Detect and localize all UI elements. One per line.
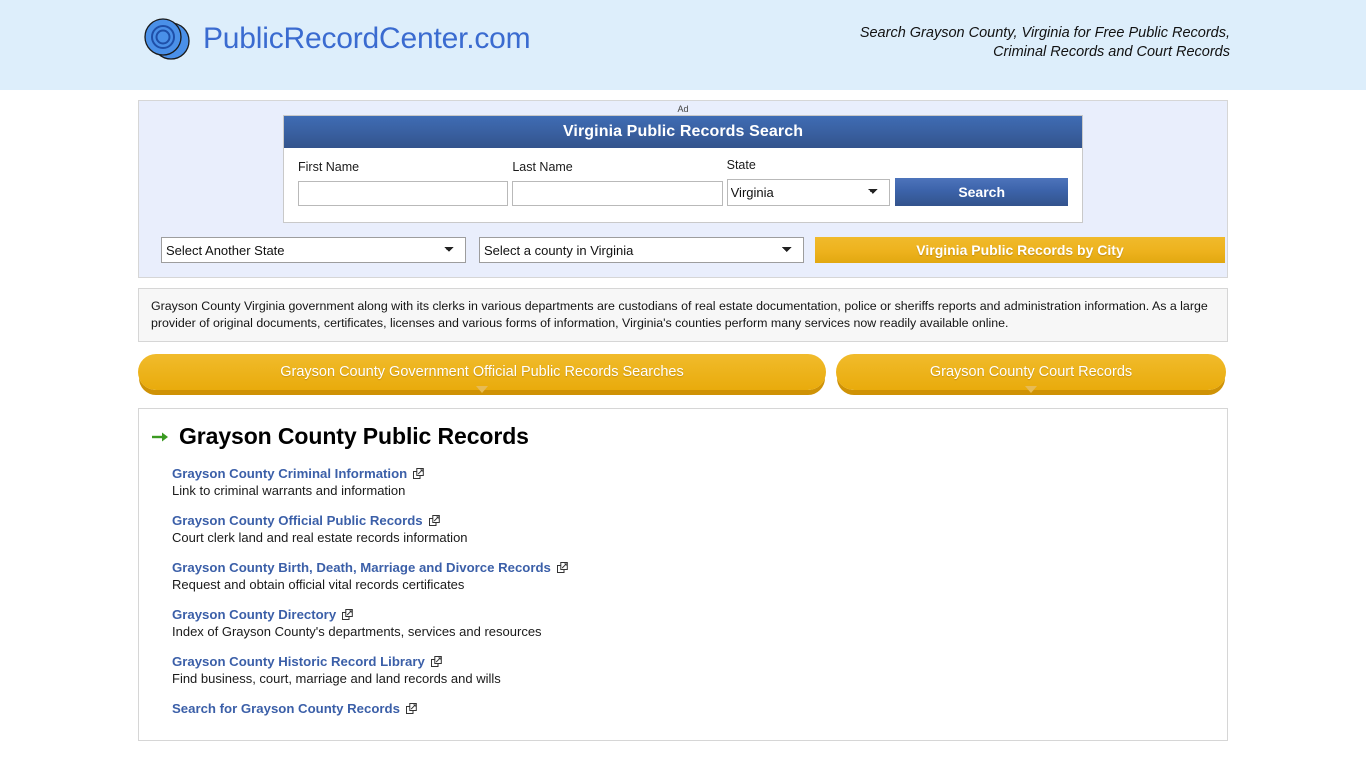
record-link-line: Grayson County Criminal Information [172, 466, 1227, 481]
first-name-input[interactable] [298, 181, 509, 206]
record-link[interactable]: Grayson County Official Public Records [172, 513, 423, 528]
last-name-input[interactable] [512, 181, 723, 206]
brand-name: PublicRecordCenter.com [203, 22, 531, 55]
list-item: Grayson County Criminal Information Link… [172, 466, 1227, 499]
record-link[interactable]: Grayson County Directory [172, 607, 336, 622]
search-card-title: Virginia Public Records Search [284, 116, 1082, 148]
ad-panel: Ad Virginia Public Records Search First … [138, 100, 1228, 278]
external-link-icon [556, 562, 568, 573]
chevron-down-icon [476, 386, 488, 393]
state-select[interactable]: Virginia [726, 179, 891, 206]
list-item: Grayson County Official Public Records C… [172, 513, 1227, 546]
green-arrow-icon [152, 432, 168, 441]
list-item: Search for Grayson County Records [172, 701, 1227, 716]
record-link[interactable]: Grayson County Criminal Information [172, 466, 407, 481]
ad-label: Ad [677, 104, 689, 114]
record-link[interactable]: Grayson County Historic Record Library [172, 654, 425, 669]
brand-logo-link[interactable]: PublicRecordCenter.com [140, 12, 531, 66]
pill-button-row: Grayson County Government Official Publi… [138, 354, 1228, 393]
records-by-city-button[interactable]: Virginia Public Records by City [815, 237, 1225, 263]
county-description-panel: Grayson County Virginia government along… [138, 288, 1228, 342]
record-link-line: Grayson County Directory [172, 607, 1227, 622]
external-link-icon [428, 515, 440, 526]
record-link-description: Court clerk land and real estate records… [172, 530, 468, 545]
list-item: Grayson County Historic Record Library F… [172, 654, 1227, 687]
external-link-icon [430, 656, 442, 667]
another-state-select[interactable]: Select Another State [161, 237, 466, 263]
records-link-list: Grayson County Criminal Information Link… [139, 466, 1227, 716]
list-item: Grayson County Directory Index of Grayso… [172, 607, 1227, 640]
government-official-records-label: Grayson County Government Official Publi… [280, 364, 684, 380]
record-link-line: Grayson County Official Public Records [172, 513, 1227, 528]
records-panel: Grayson County Public Records Grayson Co… [138, 408, 1228, 741]
list-item: Grayson County Birth, Death, Marriage an… [172, 560, 1227, 593]
court-records-label: Grayson County Court Records [929, 364, 1133, 380]
record-link-description: Link to criminal warrants and informatio… [172, 483, 406, 498]
government-official-records-button[interactable]: Grayson County Government Official Publi… [138, 354, 826, 393]
first-name-label: First Name [298, 160, 360, 174]
page-body: Ad Virginia Public Records Search First … [0, 100, 1366, 741]
record-link-line: Grayson County Historic Record Library [172, 654, 1227, 669]
court-records-button[interactable]: Grayson County Court Records [836, 354, 1226, 393]
county-select[interactable]: Select a county in Virginia [479, 237, 804, 263]
overlapping-circles-logo-icon [144, 18, 190, 60]
page-title: Grayson County Public Records [179, 423, 529, 449]
last-name-label: Last Name [512, 160, 573, 174]
record-link-description: Index of Grayson County's departments, s… [172, 624, 542, 639]
record-link-description: Find business, court, marriage and land … [172, 671, 501, 686]
chevron-down-icon [1025, 386, 1037, 393]
external-link-icon [413, 468, 425, 479]
state-label: State [726, 158, 756, 172]
first-name-field-group: First Name [298, 160, 509, 206]
site-header: PublicRecordCenter.com Search Grayson Co… [0, 0, 1366, 90]
record-link-line: Grayson County Birth, Death, Marriage an… [172, 560, 1227, 575]
public-records-search-card: Virginia Public Records Search First Nam… [283, 115, 1083, 223]
search-button[interactable]: Search [895, 178, 1069, 206]
record-link[interactable]: Search for Grayson County Records [172, 701, 400, 716]
records-title-row: Grayson County Public Records [139, 423, 1227, 450]
record-link-description: Request and obtain official vital record… [172, 577, 465, 592]
record-link-line: Search for Grayson County Records [172, 701, 1227, 716]
state-field-group: State Virginia [726, 158, 891, 206]
search-field-row: First Name Last Name State Virginia Sear… [298, 158, 1069, 206]
external-link-icon [405, 703, 417, 714]
header-tagline: Search Grayson County, Virginia for Free… [859, 25, 1230, 60]
search-card-body: First Name Last Name State Virginia Sear… [284, 148, 1082, 222]
county-description-text: Grayson County Virginia government along… [151, 299, 1208, 330]
external-link-icon [342, 609, 353, 620]
record-link[interactable]: Grayson County Birth, Death, Marriage an… [172, 560, 551, 575]
last-name-field-group: Last Name [512, 160, 723, 206]
selector-row: Select Another State Select a county in … [161, 237, 1227, 263]
